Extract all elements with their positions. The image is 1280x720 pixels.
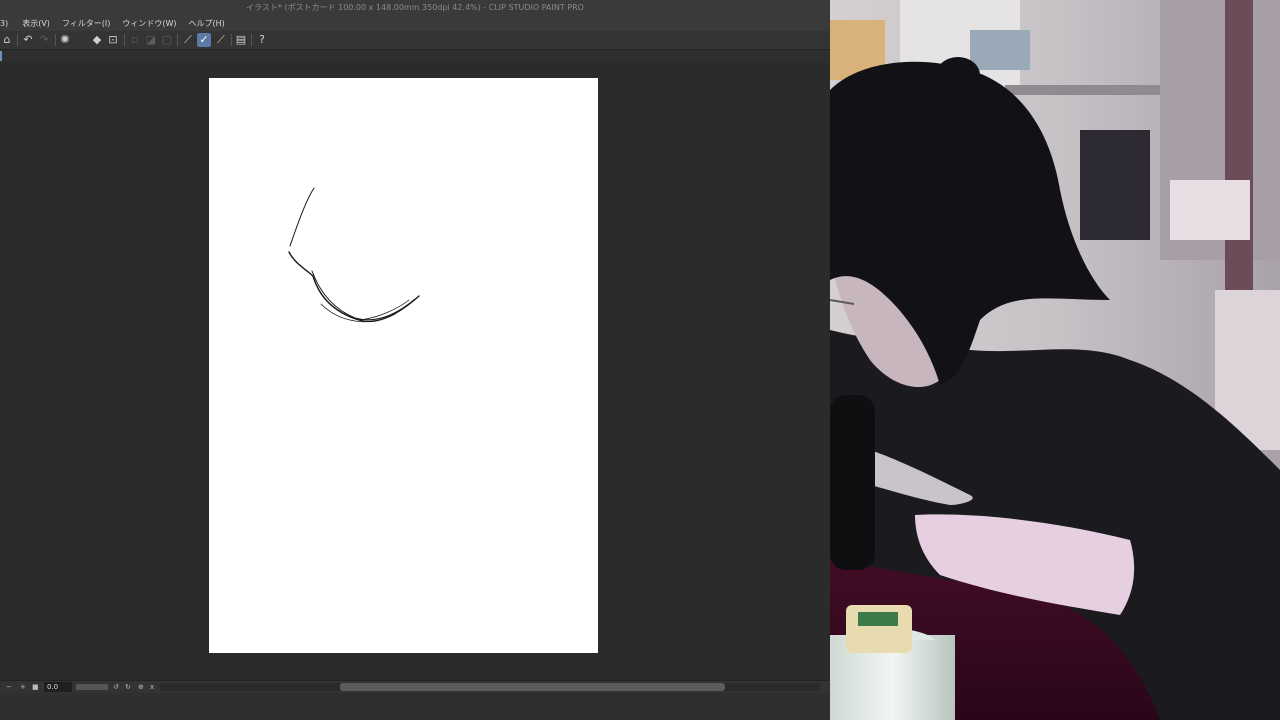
toolbar-divider <box>55 34 56 46</box>
toolbar-divider <box>177 34 178 46</box>
bottle-cap-label <box>858 612 898 626</box>
toolbar-divider <box>124 34 125 46</box>
command-bar: ⌂ ↶ ↷ ✺ ◆ ⊡ ▫ ◪ ▢ ⟋ ✓ ⟋ ▤ ? <box>0 31 830 50</box>
canvas-paper[interactable] <box>209 78 598 653</box>
horizontal-scrollbar[interactable] <box>160 683 820 691</box>
navigator-status-bar: − + ■ 0.0 ↺ ↻ ⊕ x <box>0 680 830 693</box>
background-object <box>970 30 1030 70</box>
menu-bar: 3) 表示(V) フィルター(I) ウィンドウ(W) ヘルプ(H) <box>0 16 830 31</box>
selection-invert-icon[interactable]: ◪ <box>144 33 158 47</box>
horizontal-scrollbar-thumb[interactable] <box>340 683 725 691</box>
webcam-scene <box>830 0 1280 720</box>
hair-bun <box>936 57 980 93</box>
clip-studio-window: イラスト* (ポストカード 100.00 x 148.00mm 350dpi 4… <box>0 0 830 720</box>
undo-icon[interactable]: ↶ <box>21 33 35 47</box>
selection-clear-icon[interactable]: ▫ <box>128 33 142 47</box>
menu-item-view[interactable]: 表示(V) <box>16 16 56 31</box>
sketch-stroke <box>311 270 416 321</box>
selection-border-icon[interactable]: ▢ <box>160 33 174 47</box>
rotate-left-button[interactable]: ↺ <box>113 682 119 692</box>
layer-settings-icon[interactable]: ▤ <box>234 33 248 47</box>
ruler-special-icon[interactable]: ⟋ <box>214 33 228 47</box>
sketch-stroke <box>289 187 315 247</box>
stop-button[interactable]: ■ <box>32 682 39 692</box>
panel-handle[interactable] <box>0 51 2 61</box>
menu-item-edit[interactable]: 3) <box>0 16 16 31</box>
crop-icon[interactable]: ⊡ <box>106 33 120 47</box>
menu-item-window[interactable]: ウィンドウ(W) <box>116 16 182 31</box>
loading-icon[interactable]: ✺ <box>58 33 72 47</box>
quick-access-icon[interactable]: ⌂ <box>0 33 14 47</box>
zoom-value-field[interactable]: 0.0 <box>44 682 72 692</box>
menu-item-filter[interactable]: フィルター(I) <box>56 16 116 31</box>
sketch-stroke <box>288 251 420 322</box>
window-title-bar: イラスト* (ポストカード 100.00 x 148.00mm 350dpi 4… <box>0 0 830 16</box>
menu-item-help[interactable]: ヘルプ(H) <box>183 16 231 31</box>
zoom-in-button[interactable]: + <box>20 682 26 692</box>
help-icon[interactable]: ? <box>255 33 269 47</box>
redo-icon[interactable]: ↷ <box>37 33 51 47</box>
sketch-stroke-layer <box>288 187 420 323</box>
rotate-right-button[interactable]: ↻ <box>125 682 131 692</box>
background-monitor <box>1080 130 1150 240</box>
canvas-area[interactable] <box>0 62 830 680</box>
reset-button[interactable]: x <box>150 682 154 692</box>
toolbar-divider <box>251 34 252 46</box>
fit-button[interactable]: ⊕ <box>138 682 144 692</box>
ruler-snap-icon[interactable]: ✓ <box>197 33 211 47</box>
zoom-slider[interactable] <box>76 684 108 690</box>
toolbar-divider <box>17 34 18 46</box>
background-box <box>1170 180 1250 240</box>
zoom-out-button[interactable]: − <box>6 682 12 692</box>
tool-property-strip <box>0 50 830 62</box>
window-title: イラスト* (ポストカード 100.00 x 148.00mm 350dpi 4… <box>246 3 584 12</box>
ruler-icon[interactable]: ⟋ <box>181 33 195 47</box>
microphone <box>830 395 875 570</box>
fill-icon[interactable]: ◆ <box>90 33 104 47</box>
bottom-panel-strip <box>0 693 830 720</box>
toolbar-divider <box>231 34 232 46</box>
webcam-feed <box>830 0 1280 720</box>
